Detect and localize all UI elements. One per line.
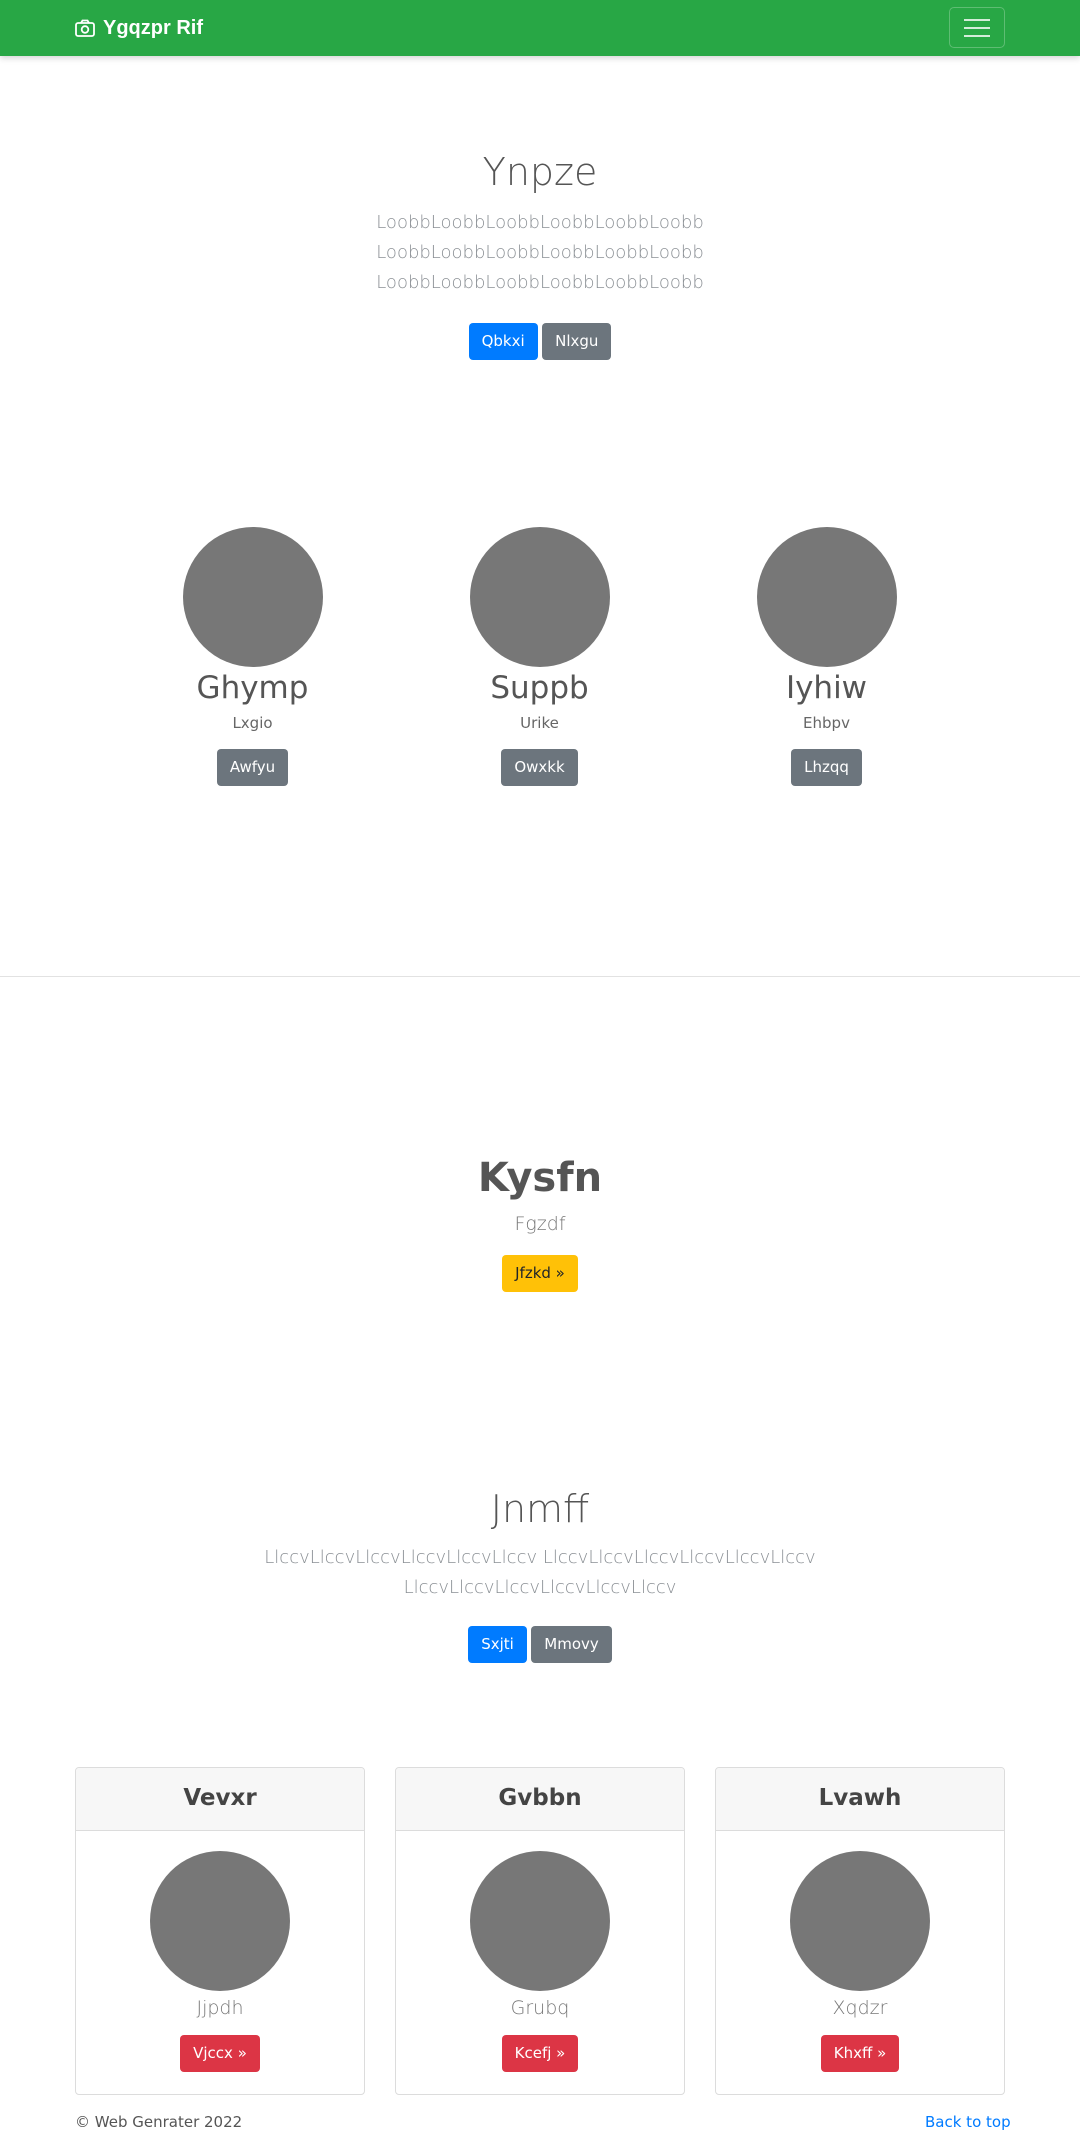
card: Lvawh Xqdzr Khxff » — [715, 1767, 1005, 2095]
feature-button[interactable]: Jfzkd » — [502, 1255, 578, 1292]
card-subtitle: Grubq — [510, 1997, 570, 2019]
section2-title: Jnmff — [490, 1487, 590, 1531]
card-subtitle: Jjpdh — [196, 1997, 244, 2019]
feature-section: Kysfn — [0, 1155, 1080, 1201]
card: Vevxr Jjpdh Vjccx » — [75, 1767, 365, 2095]
member-name: Suppb — [490, 670, 589, 706]
member-subtitle: Lxgio — [232, 714, 273, 732]
hero-primary-button[interactable]: Qbkxi — [468, 323, 538, 360]
section-divider — [0, 976, 1080, 977]
hero-section: Ynpze — [0, 150, 1080, 194]
hero-actions: Qbkxi Nlxgu — [0, 323, 1080, 360]
card-title: Vevxr — [76, 1768, 364, 1831]
member-name: Ghymp — [196, 670, 309, 706]
section2: Jnmff — [0, 1487, 1080, 1531]
feature-subtitle: Fgzdf — [514, 1213, 566, 1235]
member-button[interactable]: Lhzqq — [791, 749, 862, 786]
section2-text: LlccvLlccvLlccvLlccvLlccvLlccv LlccvLlcc… — [0, 1543, 1080, 1603]
card-button[interactable]: Kcefj » — [501, 2035, 579, 2072]
card: Gvbbn Grubq Kcefj » — [395, 1767, 685, 2095]
footer-copyright: © Web Genrater 2022 — [75, 2113, 243, 2131]
navbar-brand[interactable]: Ygqzpr Rif — [75, 0, 203, 56]
avatar — [182, 527, 323, 667]
feature-title: Kysfn — [477, 1155, 603, 1201]
hero-text-line: LoobbLoobbLoobbLoobbLoobbLoobb — [376, 212, 704, 233]
section2-text-line: LlccvLlccvLlccvLlccvLlccvLlccv LlccvLlcc… — [264, 1547, 816, 1568]
member-name: Iyhiw — [785, 670, 868, 706]
card-subtitle: Xqdzr — [832, 1997, 888, 2019]
card-button[interactable]: Vjccx » — [180, 2035, 260, 2072]
card-avatar — [470, 1851, 610, 1991]
back-to-top-link[interactable]: Back to top — [925, 2113, 1011, 2131]
hero-text-line: LoobbLoobbLoobbLoobbLoobbLoobb — [376, 272, 704, 293]
member-subtitle: Urike — [520, 714, 559, 732]
brand-label: Ygqzpr Rif — [103, 16, 203, 39]
member-button[interactable]: Owxkk — [501, 749, 578, 786]
hamburger-menu-icon[interactable] — [949, 7, 1005, 48]
card-avatar — [150, 1851, 290, 1991]
section2-text-line: LlccvLlccvLlccvLlccvLlccvLlccv — [403, 1577, 677, 1598]
member-button[interactable]: Awfyu — [216, 749, 289, 786]
card-button[interactable]: Khxff » — [820, 2035, 900, 2072]
section2-primary-button[interactable]: Sxjti — [468, 1626, 527, 1663]
camera-icon — [75, 19, 95, 37]
member-subtitle: Ehbpv — [803, 714, 850, 732]
navbar: Ygqzpr Rif — [0, 0, 1080, 56]
avatar — [756, 527, 897, 667]
feature-actions: Jfzkd » — [0, 1255, 1080, 1292]
card-title: Gvbbn — [396, 1768, 684, 1831]
card-avatar — [790, 1851, 930, 1991]
avatar — [469, 527, 610, 667]
section2-actions: Sxjti Mmovy — [0, 1626, 1080, 1663]
team-member: Ghymp Lxgio Awfyu — [109, 527, 396, 786]
card-title: Lvawh — [716, 1768, 1004, 1831]
team-member: Iyhiw Ehbpv Lhzqq — [683, 527, 970, 786]
hero-secondary-button[interactable]: Nlxgu — [542, 323, 612, 360]
hero-title: Ynpze — [482, 150, 598, 194]
team-member: Suppb Urike Owxkk — [396, 527, 683, 786]
hero-text-line: LoobbLoobbLoobbLoobbLoobbLoobb — [376, 242, 704, 263]
section2-secondary-button[interactable]: Mmovy — [531, 1626, 612, 1663]
hero-text: LoobbLoobbLoobbLoobbLoobbLoobb LoobbLoob… — [0, 208, 1080, 298]
